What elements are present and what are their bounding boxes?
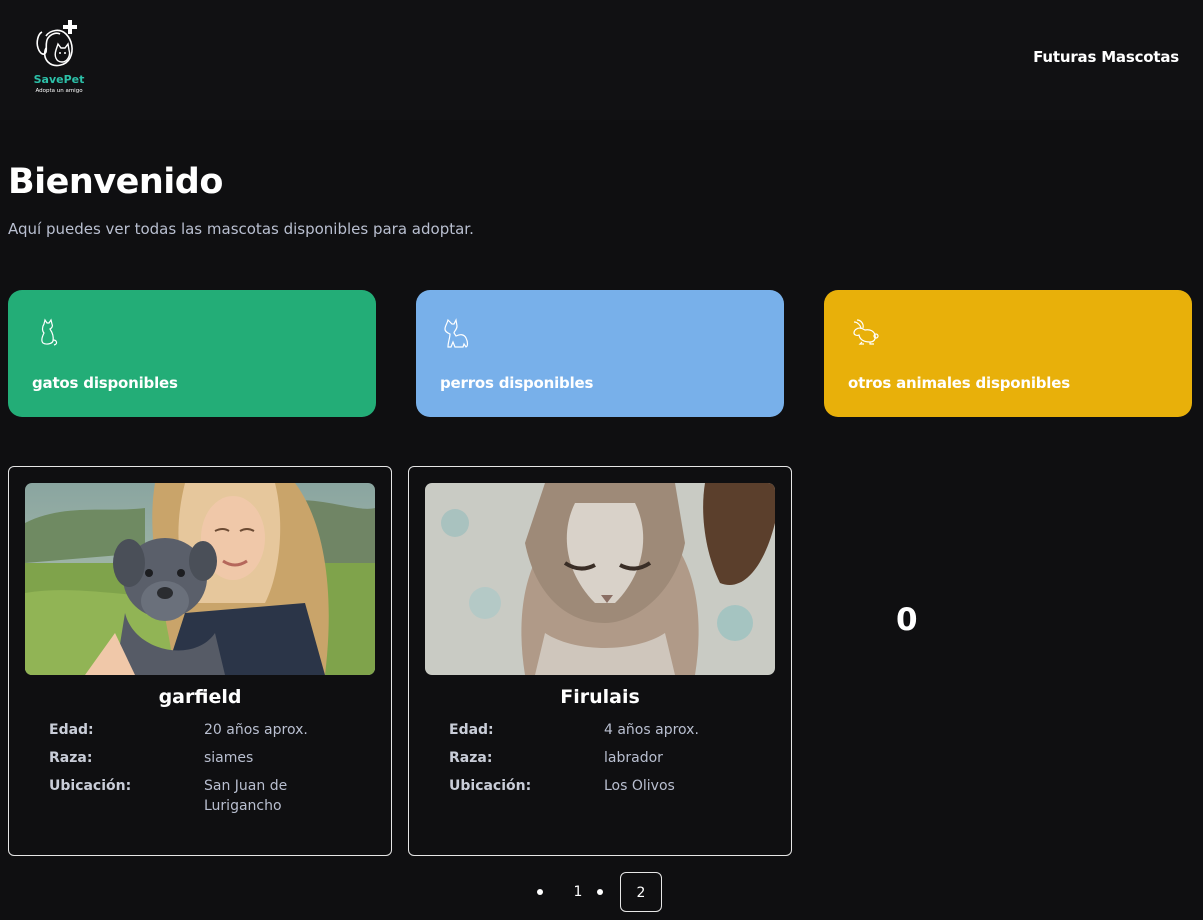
pet-card[interactable]: Firulais Edad: 4 años aprox. Raza: labra… bbox=[408, 466, 792, 856]
location-value: Los Olivos bbox=[604, 778, 675, 794]
stat-card-dogs: 1 perros disponibles bbox=[416, 290, 784, 638]
dog-icon bbox=[444, 318, 469, 348]
cat-photo bbox=[425, 483, 775, 675]
woman-with-puppy-photo bbox=[25, 483, 375, 675]
pet-photo bbox=[425, 483, 775, 675]
pet-name: garfield bbox=[158, 686, 242, 708]
pet-card[interactable]: garfield Edad: 20 años aprox. Raza: siam… bbox=[8, 466, 392, 856]
savepet-logo[interactable]: SavePet Adopta un amigo bbox=[26, 18, 92, 100]
breed-value: siames bbox=[204, 750, 254, 766]
breed-label: Raza: bbox=[449, 750, 493, 766]
stat-card-cats: 2 gatos disponibles bbox=[8, 290, 376, 638]
age-label: Edad: bbox=[49, 722, 94, 738]
page-1-button[interactable]: 1 bbox=[557, 872, 599, 912]
location-label: Ubicación: bbox=[449, 778, 532, 794]
rabbit-icon bbox=[853, 319, 879, 345]
stat-count-others: 0 bbox=[896, 602, 918, 638]
stat-card-others: 0 otros animales disponibles bbox=[824, 290, 1192, 638]
logo-name: SavePet bbox=[33, 73, 85, 86]
location-value: San Juan de Lurigancho bbox=[204, 778, 288, 814]
location-label: Ubicación: bbox=[49, 778, 132, 794]
page-2-button[interactable]: 2 bbox=[620, 872, 662, 912]
nav-link-futuras-mascotas[interactable]: Futuras Mascotas bbox=[1033, 48, 1179, 66]
stat-label-dogs: perros disponibles bbox=[440, 374, 594, 392]
pagination-bullet bbox=[537, 889, 543, 895]
age-value: 4 años aprox. bbox=[604, 722, 699, 738]
pet-plus-logo-icon bbox=[36, 20, 77, 67]
header: SavePet Adopta un amigo Futuras Mascotas bbox=[0, 0, 1203, 120]
stat-label-cats: gatos disponibles bbox=[32, 374, 178, 392]
pet-photo bbox=[25, 483, 375, 675]
pagination: 1 2 bbox=[0, 872, 1203, 912]
stat-label-others: otros animales disponibles bbox=[848, 374, 1070, 392]
page-title: Bienvenido bbox=[8, 162, 223, 202]
page-subtitle: Aquí puedes ver todas las mascotas dispo… bbox=[8, 220, 474, 238]
cat-icon bbox=[41, 318, 58, 346]
breed-value: labrador bbox=[604, 750, 663, 766]
pagination-bullet bbox=[597, 889, 603, 895]
age-value: 20 años aprox. bbox=[204, 722, 308, 738]
logo-tagline: Adopta un amigo bbox=[35, 88, 83, 94]
pet-name: Firulais bbox=[560, 686, 640, 708]
age-label: Edad: bbox=[449, 722, 494, 738]
breed-label: Raza: bbox=[49, 750, 93, 766]
